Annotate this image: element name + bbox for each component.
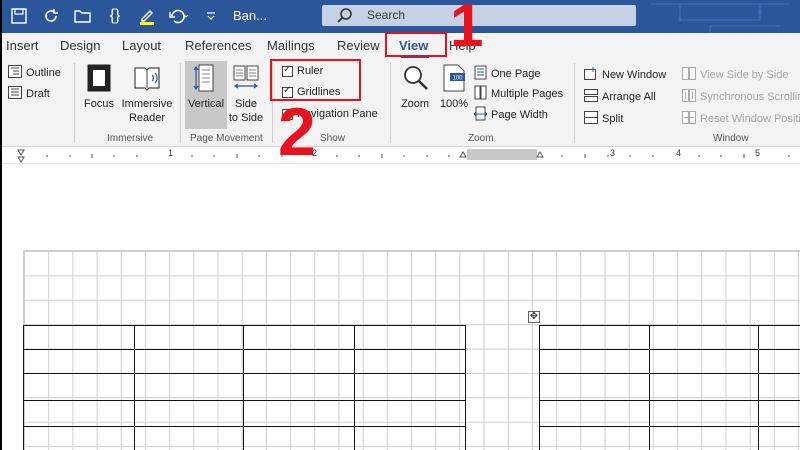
zoom-100-icon: 100 — [441, 64, 467, 96]
one-page-button[interactable]: One Page — [474, 65, 541, 83]
group-label-immersive: Immersive — [107, 133, 154, 144]
draft-icon — [8, 86, 22, 102]
undo-icon[interactable] — [168, 6, 190, 26]
quick-access-toolbar: {} — [8, 6, 222, 26]
immersive-reader-button[interactable]: Immersive Reader — [120, 63, 174, 125]
braces-icon[interactable]: {} — [104, 6, 126, 26]
customize-icon[interactable] — [200, 6, 222, 26]
annotation-step-2: 2 — [278, 94, 316, 170]
view-side-by-side-icon — [682, 67, 696, 83]
reset-window-position-icon — [682, 111, 696, 127]
zoom-100-button[interactable]: 100 100% — [436, 63, 472, 111]
split-icon — [584, 111, 598, 127]
highlighter-icon[interactable] — [136, 6, 158, 26]
focus-icon — [85, 64, 113, 96]
magnifier-icon — [400, 66, 430, 96]
multiple-pages-button[interactable]: Multiple Pages — [474, 85, 563, 103]
arrange-all-icon — [584, 89, 598, 105]
ribbon-view: Outline Draft Focus Immersive Reader Imm… — [2, 59, 800, 147]
tab-insert[interactable]: Insert — [6, 38, 39, 53]
side-to-side-icon — [231, 65, 261, 96]
separator — [390, 63, 391, 143]
horizontal-ruler[interactable]: 1 2 1 3 4 5 — [2, 148, 800, 164]
ruler-number: 4 — [676, 148, 682, 158]
search-placeholder: Search — [367, 8, 406, 22]
separator — [180, 63, 181, 143]
word-window: {} Bạn... Search Insert Design Layout Re… — [2, 0, 800, 450]
tab-review[interactable]: Review — [337, 38, 380, 53]
table-left[interactable] — [23, 325, 466, 450]
immersive-reader-icon — [132, 67, 162, 96]
svg-text:100: 100 — [452, 76, 463, 82]
annotation-step-1: 1 — [450, 0, 484, 59]
outline-icon — [8, 65, 22, 81]
group-label-window: Window — [713, 133, 749, 144]
tab-references[interactable]: References — [185, 38, 251, 53]
page-width-icon — [473, 106, 488, 124]
autosave-icon[interactable] — [40, 6, 62, 26]
one-page-icon — [474, 65, 487, 83]
group-label-show: Show — [320, 133, 346, 144]
title-bar-decoration — [650, 3, 790, 33]
tab-mailings[interactable]: Mailings — [267, 38, 315, 53]
reset-window-position-button[interactable]: Reset Window Position — [682, 111, 800, 127]
page-width-button[interactable]: Page Width — [473, 106, 548, 124]
vertical-button[interactable]: Vertical — [186, 63, 226, 111]
focus-button[interactable]: Focus — [82, 63, 116, 111]
view-side-by-side-button[interactable]: View Side by Side — [682, 67, 788, 83]
ruler-number: 1 — [168, 148, 174, 158]
new-window-icon — [584, 67, 598, 83]
zoom-button[interactable]: Zoom — [398, 63, 432, 111]
open-folder-icon[interactable] — [72, 6, 94, 26]
group-label-page-movement: Page Movement — [190, 133, 263, 144]
side-to-side-button[interactable]: Side to Side — [227, 63, 265, 125]
draft-button[interactable]: Draft — [8, 86, 50, 102]
split-button[interactable]: Split — [584, 111, 623, 127]
multiple-pages-icon — [474, 85, 487, 103]
outline-button[interactable]: Outline — [8, 65, 61, 81]
synchronous-scrolling-button[interactable]: Synchronous Scrolling — [682, 89, 800, 105]
tab-design[interactable]: Design — [60, 38, 100, 53]
save-icon[interactable] — [8, 6, 30, 26]
annotation-box-view-tab — [385, 32, 447, 57]
title-bar: {} Bạn... Search — [2, 0, 800, 33]
separator — [574, 63, 575, 143]
document-title: Bạn... — [233, 8, 267, 23]
tab-layout[interactable]: Layout — [122, 38, 161, 53]
separator — [74, 63, 75, 143]
vertical-icon — [192, 64, 220, 96]
synchronous-scrolling-icon — [682, 89, 696, 105]
ruler-number: 5 — [755, 148, 761, 158]
search-icon — [336, 6, 354, 24]
group-label-zoom: Zoom — [468, 133, 494, 144]
document-canvas[interactable]: ✥ — [2, 165, 800, 450]
ruler-number: 3 — [610, 148, 616, 158]
arrange-all-button[interactable]: Arrange All — [584, 89, 656, 105]
table-move-handle-icon[interactable]: ✥ — [528, 311, 540, 323]
new-window-button[interactable]: New Window — [584, 67, 666, 83]
table-right[interactable] — [539, 325, 800, 450]
